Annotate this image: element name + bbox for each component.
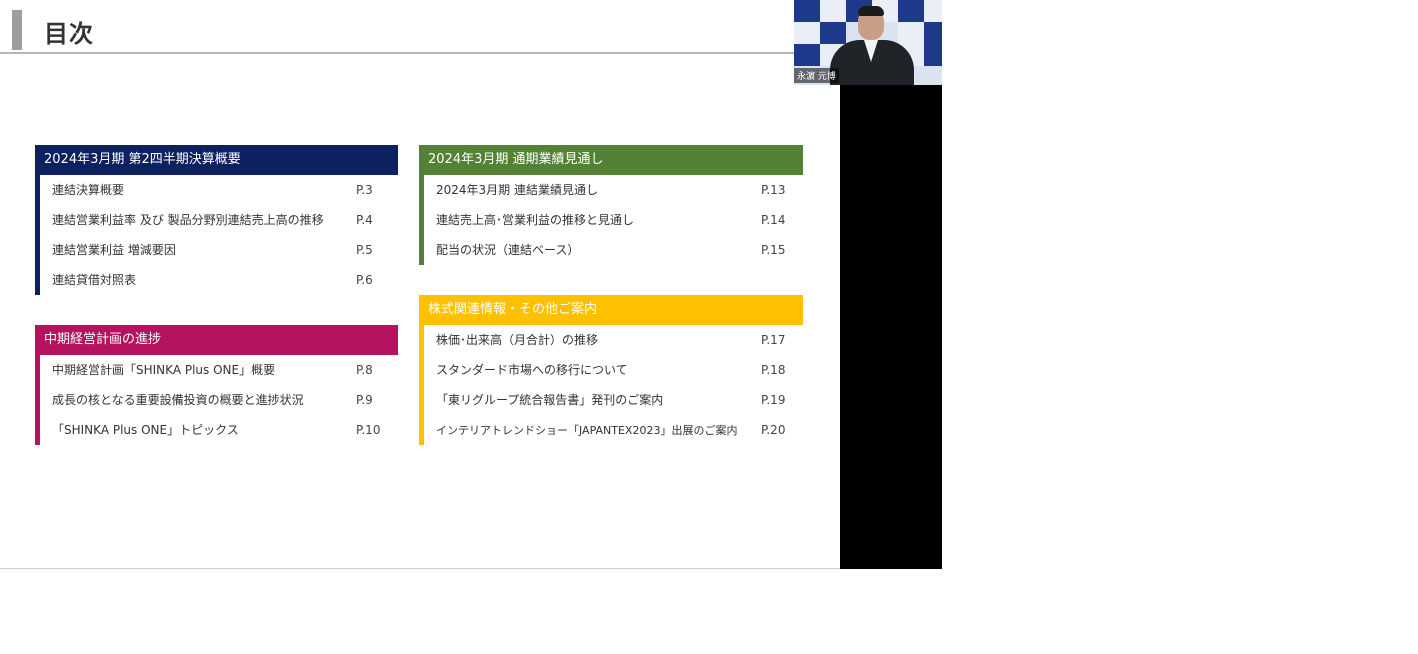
participant-name-label: 永濵 元博	[794, 68, 839, 83]
toc-section-midterm-plan: 中期経営計画の進捗 中期経営計画「SHINKA Plus ONE」概要 P.8 成…	[35, 325, 398, 445]
toc-item-page: P.19	[761, 393, 786, 407]
backdrop-tile	[794, 22, 820, 44]
presentation-slide: 目次 2024年3月期 第2四半期決算概要 連結決算概要 P.3 連結営業利益率 …	[0, 0, 840, 569]
section-header: 2024年3月期 第2四半期決算概要	[35, 145, 398, 175]
backdrop-tile	[898, 22, 924, 44]
toc-item-label: 連結貸借対照表	[52, 273, 137, 287]
letterbox-area	[840, 85, 942, 569]
toc-item-label: 連結売上高･営業利益の推移と見通し	[436, 213, 635, 227]
toc-item-page: P.10	[356, 423, 381, 437]
toc-item[interactable]: 配当の状況（連結ベース） P.15	[424, 235, 803, 265]
toc-item-page: P.8	[356, 363, 373, 377]
toc-item[interactable]: 連結貸借対照表 P.6	[40, 265, 398, 295]
toc-item[interactable]: 連結決算概要 P.3	[40, 175, 398, 205]
backdrop-logo-tile	[924, 44, 942, 66]
toc-item[interactable]: 株価･出来高（月合計）の推移 P.17	[424, 325, 803, 355]
backdrop-logo-tile	[794, 44, 820, 66]
toc-section-full-year-forecast: 2024年3月期 通期業績見通し 2024年3月期 連結業績見通し P.13 連結…	[419, 145, 803, 265]
backdrop-logo-tile	[898, 0, 924, 22]
toc-item-page: P.18	[761, 363, 786, 377]
toc-item[interactable]: 連結売上高･営業利益の推移と見通し P.14	[424, 205, 803, 235]
speaker-hair	[858, 6, 884, 16]
section-body: 株価･出来高（月合計）の推移 P.17 スタンダード市場への移行について P.18 …	[419, 325, 803, 445]
toc-item-label: 連結営業利益 増減要因	[52, 243, 176, 257]
backdrop-logo-tile	[924, 22, 942, 44]
toc-item[interactable]: 連結営業利益 増減要因 P.5	[40, 235, 398, 265]
speaker-video-thumbnail[interactable]: 永濵 元博	[794, 0, 942, 85]
toc-item-label: 配当の状況（連結ベース）	[436, 243, 580, 257]
toc-section-q2-summary: 2024年3月期 第2四半期決算概要 連結決算概要 P.3 連結営業利益率 及び …	[35, 145, 398, 295]
toc-item[interactable]: インテリアトレンドショー「JAPANTEX2023」出展のご案内 P.20	[424, 415, 803, 445]
section-body: 連結決算概要 P.3 連結営業利益率 及び 製品分野別連結売上高の推移 P.4 連結…	[35, 175, 398, 295]
toc-item-label: 成長の核となる重要設備投資の概要と進捗状況	[52, 393, 304, 407]
toc-item-page: P.9	[356, 393, 373, 407]
section-header: 中期経営計画の進捗	[35, 325, 398, 355]
slide-title: 目次	[44, 20, 94, 48]
toc-item-page: P.3	[356, 183, 373, 197]
toc-item-label: スタンダード市場への移行について	[436, 363, 628, 377]
toc-item-page: P.5	[356, 243, 373, 257]
toc-item-label: 連結決算概要	[52, 183, 125, 197]
section-header: 2024年3月期 通期業績見通し	[419, 145, 803, 175]
backdrop-tile	[820, 0, 846, 22]
toc-item-label: 中期経営計画「SHINKA Plus ONE」概要	[52, 363, 276, 377]
toc-item-page: P.14	[761, 213, 786, 227]
backdrop-logo-tile	[794, 0, 820, 22]
toc-item[interactable]: 中期経営計画「SHINKA Plus ONE」概要 P.8	[40, 355, 398, 385]
backdrop-logo-tile	[820, 22, 846, 44]
toc-item-label: 「SHINKA Plus ONE」トピックス	[52, 423, 239, 437]
toc-section-stock-info: 株式関連情報・その他ご案内 株価･出来高（月合計）の推移 P.17 スタンダード市…	[419, 295, 803, 445]
toc-item-page: P.6	[356, 273, 373, 287]
toc-item-page: P.13	[761, 183, 786, 197]
toc-item[interactable]: スタンダード市場への移行について P.18	[424, 355, 803, 385]
toc-item-label: インテリアトレンドショー「JAPANTEX2023」出展のご案内	[436, 424, 738, 437]
toc-item-label: 2024年3月期 連結業績見通し	[436, 183, 598, 197]
toc-item-label: 連結営業利益率 及び 製品分野別連結売上高の推移	[52, 213, 324, 227]
toc-item-page: P.17	[761, 333, 786, 347]
toc-item[interactable]: 連結営業利益率 及び 製品分野別連結売上高の推移 P.4	[40, 205, 398, 235]
toc-item-label: 「東リグループ統合報告書」発刊のご案内	[436, 393, 664, 407]
toc-item-page: P.20	[761, 423, 786, 437]
title-divider	[0, 52, 840, 54]
toc-item[interactable]: 「東リグループ統合報告書」発刊のご案内 P.19	[424, 385, 803, 415]
toc-item[interactable]: 「SHINKA Plus ONE」トピックス P.10	[40, 415, 398, 445]
toc-item-page: P.4	[356, 213, 373, 227]
section-body: 中期経営計画「SHINKA Plus ONE」概要 P.8 成長の核となる重要設備…	[35, 355, 398, 445]
toc-item-label: 株価･出来高（月合計）の推移	[436, 333, 599, 347]
title-accent-bar	[12, 10, 22, 50]
toc-item[interactable]: 2024年3月期 連結業績見通し P.13	[424, 175, 803, 205]
toc-item-page: P.15	[761, 243, 786, 257]
section-body: 2024年3月期 連結業績見通し P.13 連結売上高･営業利益の推移と見通し P.…	[419, 175, 803, 265]
toc-item[interactable]: 成長の核となる重要設備投資の概要と進捗状況 P.9	[40, 385, 398, 415]
backdrop-tile	[924, 0, 942, 22]
section-header: 株式関連情報・その他ご案内	[419, 295, 803, 325]
